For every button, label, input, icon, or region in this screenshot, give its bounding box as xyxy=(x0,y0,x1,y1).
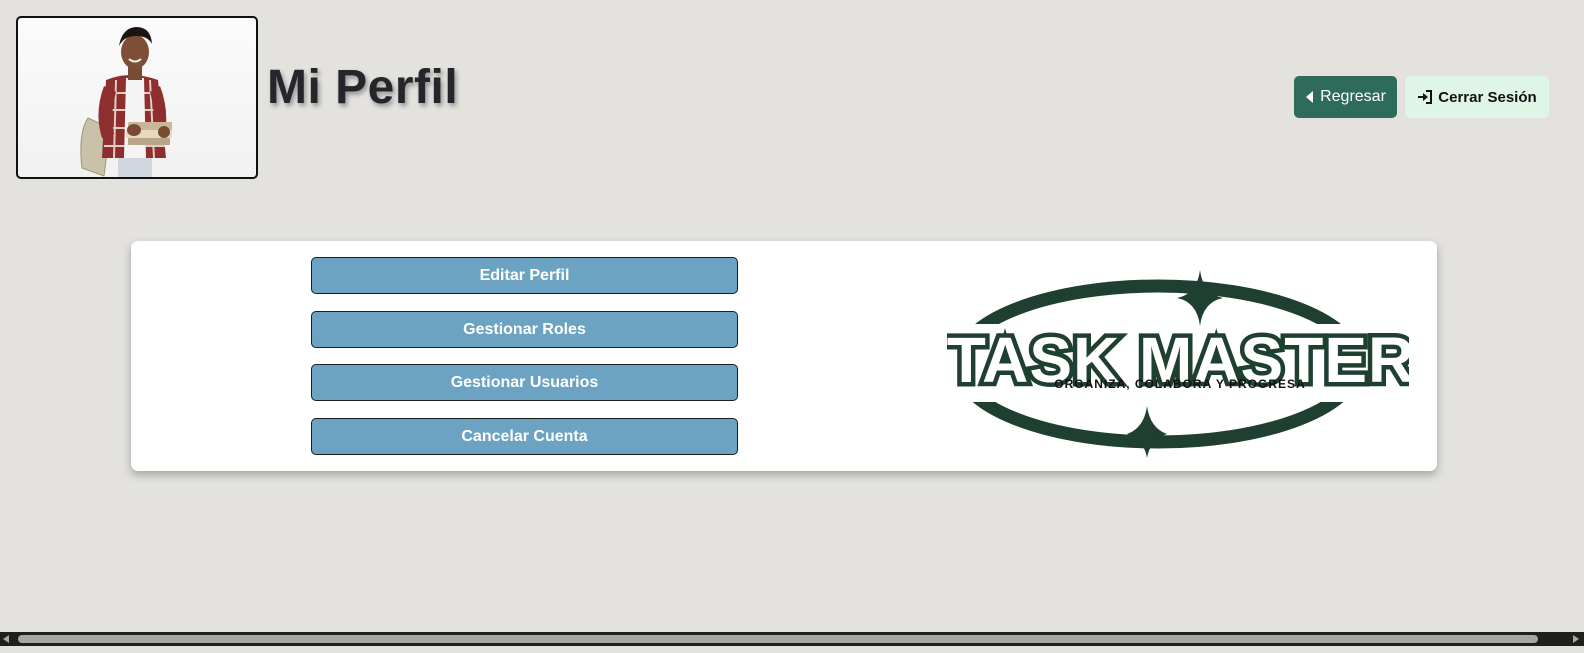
back-button-label: Regresar xyxy=(1320,88,1386,105)
scroll-right-arrow-icon[interactable] xyxy=(1573,635,1579,643)
caret-left-icon xyxy=(1306,91,1314,103)
page-title: Mi Perfil xyxy=(267,61,459,114)
scroll-left-arrow-icon[interactable] xyxy=(3,635,9,643)
manage-users-button[interactable]: Gestionar Usuarios xyxy=(311,364,738,401)
scrollbar-thumb[interactable] xyxy=(18,635,1538,643)
profile-photo xyxy=(80,27,172,177)
logout-button-label: Cerrar Sesión xyxy=(1438,88,1537,106)
edit-profile-button[interactable]: Editar Perfil xyxy=(311,257,738,294)
logout-button[interactable]: Cerrar Sesión xyxy=(1405,76,1549,118)
manage-roles-button[interactable]: Gestionar Roles xyxy=(311,311,738,348)
logo-graphic: TASK MASTER ORGANIZA, COLABORA Y PROGRES… xyxy=(942,270,1419,458)
sign-in-icon xyxy=(1418,90,1433,104)
horizontal-scrollbar[interactable] xyxy=(0,632,1584,646)
bottom-strip xyxy=(0,646,1584,653)
profile-page: Mi Perfil Regresar Cerrar Sesión Editar … xyxy=(0,0,1584,653)
cancel-account-button[interactable]: Cancelar Cuenta xyxy=(311,418,738,455)
profile-avatar xyxy=(16,16,258,179)
logo-tagline: ORGANIZA, COLABORA Y PROGRESA xyxy=(1054,377,1305,391)
profile-options-card: Editar Perfil Gestionar Roles Gestionar … xyxy=(131,241,1437,471)
task-master-logo: TASK MASTER ORGANIZA, COLABORA Y PROGRES… xyxy=(942,266,1419,461)
back-button[interactable]: Regresar xyxy=(1294,76,1397,118)
